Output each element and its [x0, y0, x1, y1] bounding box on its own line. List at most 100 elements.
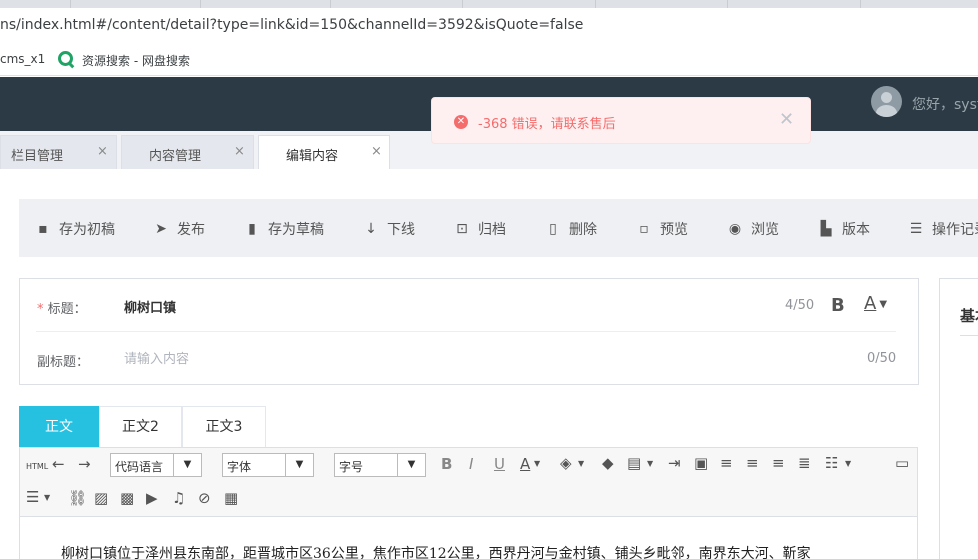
- paste-icon[interactable]: ▣: [694, 454, 708, 472]
- chevron-down-icon[interactable]: ▼: [578, 459, 584, 468]
- redo-icon[interactable]: →: [78, 455, 91, 473]
- browse-button[interactable]: ◉ 浏览: [727, 219, 779, 239]
- tab-body-3[interactable]: 正文3: [182, 406, 266, 447]
- error-circle-icon: ✕: [454, 115, 468, 129]
- basic-info-panel: 基本: [939, 278, 978, 559]
- url-text[interactable]: ns/index.html#/content/detail?type=link&…: [0, 17, 583, 33]
- button-label: 删除: [569, 222, 597, 238]
- bookmark-resource-search[interactable]: 资源搜索 - 网盘搜索: [82, 52, 190, 69]
- button-label: 归档: [478, 222, 506, 238]
- add-image-icon[interactable]: ▩: [120, 489, 134, 507]
- user-greeting[interactable]: 您好，syst: [912, 94, 978, 114]
- subtitle-label: 副标题：: [37, 355, 90, 370]
- close-icon[interactable]: ×: [371, 144, 382, 159]
- code-language-select[interactable]: 代码语言 ▼: [110, 453, 202, 477]
- tab-separator: [462, 0, 463, 8]
- chevron-down-icon: ▼: [879, 298, 888, 310]
- delete-button[interactable]: ▯ 删除: [545, 219, 597, 239]
- bold-icon[interactable]: B: [441, 455, 452, 473]
- close-icon[interactable]: ×: [234, 144, 245, 159]
- chevron-down-icon[interactable]: ▼: [534, 459, 540, 468]
- link-icon[interactable]: ⛓: [68, 489, 87, 507]
- save-initial-button[interactable]: ▪ 存为初稿: [35, 219, 115, 239]
- font-size-select[interactable]: 字号 ▼: [334, 453, 426, 477]
- align-justify-icon[interactable]: ≣: [798, 454, 811, 472]
- bookmark-cms[interactable]: cms_x1: [0, 52, 45, 66]
- align-center-icon[interactable]: ≡: [772, 454, 785, 472]
- music-icon[interactable]: ♫: [172, 489, 185, 507]
- ordered-list-icon[interactable]: ☷: [825, 454, 838, 472]
- action-toolbar: ▪ 存为初稿 ➤ 发布 ▮ 存为草稿 ↓ 下线 ⊡ 归档 ▯ 删除 ▫ 预览 ◉ 浏览 ▙ 版本 …: [19, 199, 978, 257]
- panel-title: 基本: [960, 307, 978, 325]
- divider: [36, 331, 896, 332]
- tab-column-management[interactable]: 栏目管理 ×: [0, 135, 117, 169]
- button-label: 版本: [842, 222, 870, 238]
- eraser-icon[interactable]: ◆: [602, 454, 614, 472]
- unordered-list-icon[interactable]: ☰: [26, 488, 39, 506]
- button-label: 发布: [177, 222, 205, 238]
- draft-icon: ▮: [248, 221, 256, 237]
- address-bar[interactable]: ns/index.html#/content/detail?type=link&…: [0, 8, 978, 42]
- editor-body[interactable]: 柳树口镇位于泽州县东南部，距晋城市区36公里，焦作市区12公里，西界丹河与金村镇…: [19, 517, 918, 559]
- title-input[interactable]: [124, 296, 764, 316]
- chevron-down-icon[interactable]: ▼: [845, 459, 851, 468]
- chevron-down-icon: ▼: [285, 454, 313, 476]
- editor-toolbar: HTML ← → 代码语言 ▼ 字体 ▼ 字号 ▼ B I U A ▼ ◈ ▼ …: [19, 447, 918, 517]
- title-char-counter: 4/50: [785, 298, 815, 313]
- tab-label: 编辑内容: [286, 149, 339, 164]
- close-icon[interactable]: ×: [97, 144, 108, 159]
- tab-label: 栏目管理: [11, 149, 64, 164]
- tab-separator: [727, 0, 728, 8]
- publish-button[interactable]: ➤ 发布: [153, 219, 205, 239]
- image-icon[interactable]: ▨: [94, 489, 108, 507]
- tab-separator: [860, 0, 861, 8]
- tab-body-1[interactable]: 正文: [19, 406, 99, 447]
- button-label: 存为草稿: [268, 222, 324, 238]
- save-draft-button[interactable]: ▮ 存为草稿: [244, 219, 324, 239]
- tab-body-2[interactable]: 正文2: [99, 406, 182, 447]
- close-icon[interactable]: ✕: [779, 109, 794, 130]
- underline-icon[interactable]: U: [494, 455, 505, 473]
- tab-edit-content[interactable]: 编辑内容 ×: [258, 135, 390, 169]
- send-icon: ➤: [155, 221, 167, 237]
- paragraph-format-icon[interactable]: ▤: [627, 454, 641, 472]
- bold-button[interactable]: B: [831, 295, 845, 316]
- fullscreen-icon[interactable]: ▭: [895, 454, 909, 472]
- tab-separator: [330, 0, 331, 8]
- chevron-down-icon[interactable]: ▼: [647, 459, 653, 468]
- version-button[interactable]: ▙ 版本: [818, 219, 870, 239]
- eye-icon: ◉: [728, 221, 742, 237]
- offline-button[interactable]: ↓ 下线: [363, 219, 415, 239]
- error-toast: ✕ -368 错误，请联系售后 ✕: [431, 97, 811, 144]
- archive-button[interactable]: ⊡ 归档: [454, 219, 506, 239]
- subtitle-char-counter: 0/50: [867, 351, 897, 366]
- operation-log-button[interactable]: ☰ 操作记录: [908, 219, 978, 239]
- video-icon[interactable]: ▶: [146, 489, 158, 507]
- fill-color-icon[interactable]: ◈: [560, 454, 572, 472]
- subtitle-input[interactable]: [124, 349, 824, 369]
- bookmarks-bar: cms_x1 资源搜索 - 网盘搜索: [0, 42, 978, 76]
- align-left-icon[interactable]: ≡: [720, 454, 733, 472]
- font-color-button[interactable]: A ▼: [864, 293, 887, 314]
- chevron-down-icon[interactable]: ▼: [44, 493, 50, 502]
- button-label: 浏览: [751, 222, 779, 238]
- align-right-icon[interactable]: ≡: [746, 454, 759, 472]
- font-family-select[interactable]: 字体 ▼: [222, 453, 314, 477]
- arrow-down-icon: ↓: [365, 221, 377, 237]
- avatar[interactable]: [871, 86, 902, 117]
- undo-icon[interactable]: ←: [52, 455, 65, 473]
- editor-content[interactable]: 柳树口镇位于泽州县东南部，距晋城市区36公里，焦作市区12公里，西界丹河与金村镇…: [61, 543, 811, 559]
- italic-icon[interactable]: I: [469, 455, 473, 473]
- attachment-icon[interactable]: ⊘: [198, 489, 211, 507]
- preview-button[interactable]: ▫ 预览: [636, 219, 688, 239]
- indent-icon[interactable]: ⇥: [668, 454, 681, 472]
- tab-content-management[interactable]: 内容管理 ×: [121, 135, 254, 169]
- font-color-icon[interactable]: A: [520, 455, 530, 473]
- template-icon[interactable]: ▦: [224, 489, 238, 507]
- search-bookmark-icon: [58, 51, 73, 66]
- archive-icon: ⊡: [456, 221, 468, 237]
- html-source-button[interactable]: HTML: [26, 462, 48, 471]
- log-icon: ☰: [909, 221, 923, 237]
- trash-icon: ▯: [549, 221, 557, 237]
- required-mark: *: [37, 302, 44, 317]
